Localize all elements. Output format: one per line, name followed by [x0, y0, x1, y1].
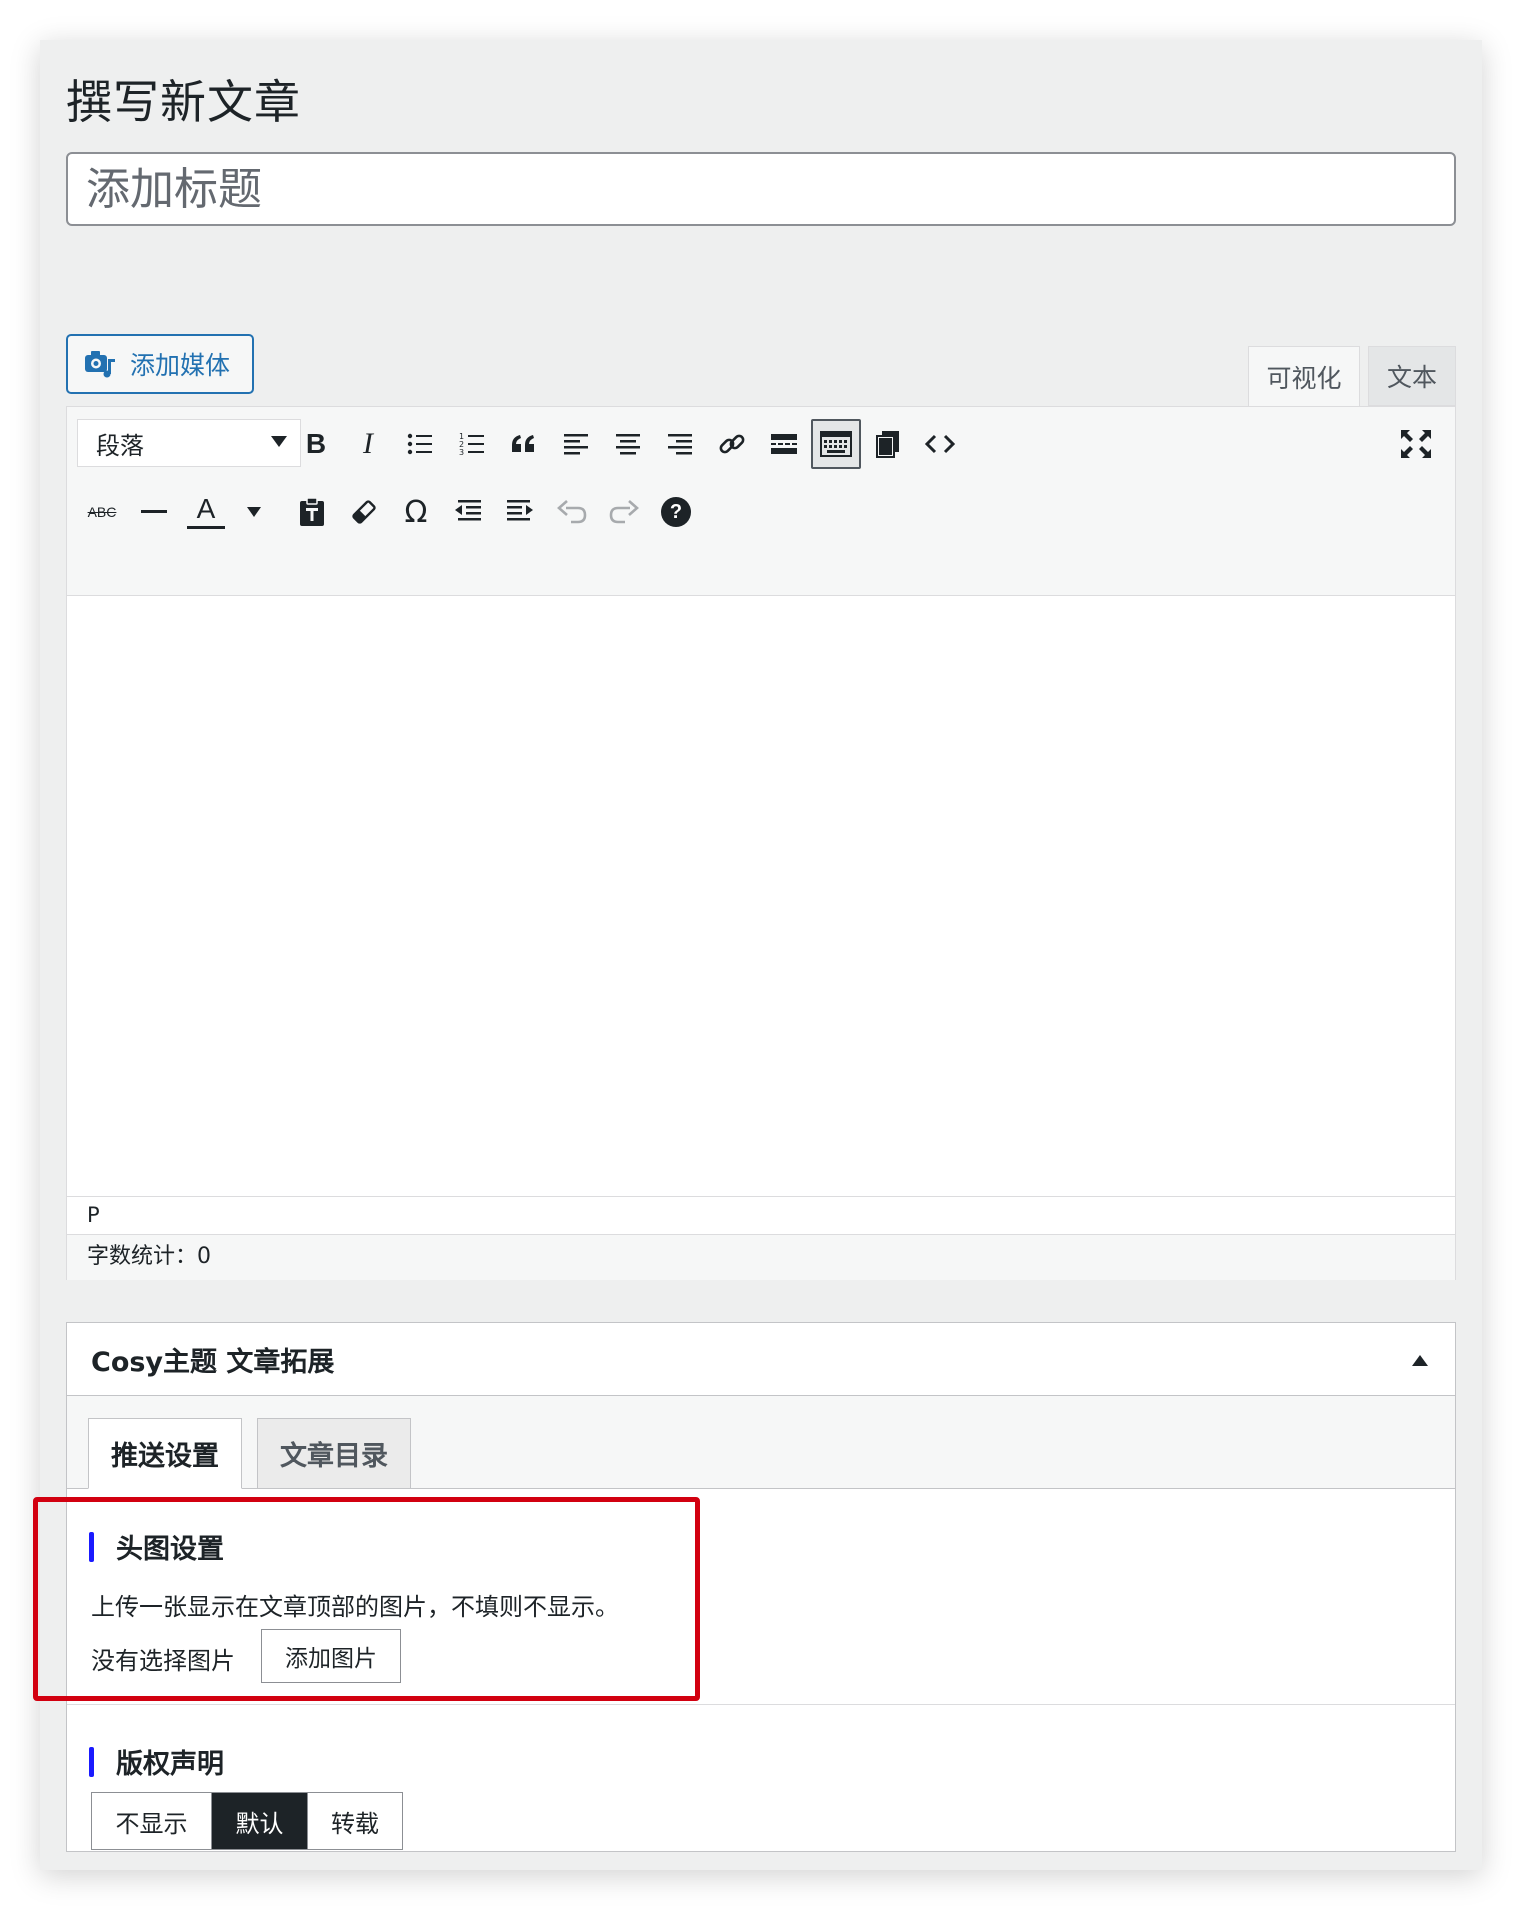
- clear-formatting-button[interactable]: [341, 489, 387, 535]
- text-color-swatch: A: [187, 495, 225, 529]
- dropdown-caret-icon: [247, 507, 261, 517]
- read-more-button[interactable]: [761, 421, 807, 467]
- format-select-value: 段落: [96, 431, 144, 460]
- indent-icon: [507, 500, 533, 521]
- collapse-arrow-icon[interactable]: [1411, 1353, 1429, 1367]
- header-image-heading: 头图设置: [116, 1534, 224, 1565]
- editor-content-area[interactable]: [67, 596, 1455, 1196]
- text-color-underline: [187, 526, 225, 529]
- tab-push-settings[interactable]: 推送设置: [88, 1418, 242, 1489]
- redo-button[interactable]: [601, 489, 647, 535]
- blockquote-button[interactable]: [501, 421, 547, 467]
- strikethrough-icon: ABC: [87, 504, 117, 520]
- align-right-icon: [668, 434, 692, 455]
- text-color-button[interactable]: A: [183, 489, 247, 535]
- metabox-title: Cosy主题 文章拓展: [91, 1346, 335, 1378]
- help-icon-glyph: ?: [669, 500, 683, 523]
- word-count-value: 0: [197, 1244, 212, 1269]
- element-path[interactable]: P: [67, 1196, 1455, 1234]
- help-button[interactable]: ?: [653, 489, 699, 535]
- section-bar: [89, 1746, 94, 1777]
- keyboard-icon: [820, 431, 852, 457]
- header-image-description: 上传一张显示在文章顶部的图片，不填则不显示。: [91, 1593, 619, 1621]
- add-media-button[interactable]: 添加媒体: [66, 334, 254, 394]
- horizontal-line-icon: [141, 510, 167, 513]
- no-image-status: 没有选择图片: [91, 1647, 235, 1675]
- clipboard-text-icon: [300, 497, 324, 526]
- add-image-button[interactable]: 添加图片: [261, 1629, 401, 1683]
- text-color-icon: A: [196, 493, 216, 524]
- editor-container: 段落 B I 123 ABC A Ω ? P 字数统计：0: [66, 406, 1456, 1280]
- page-title: 撰写新文章: [66, 75, 301, 129]
- align-left-icon: [564, 434, 588, 455]
- numbered-list-icon: 123: [459, 432, 484, 457]
- read-more-icon: [771, 434, 797, 454]
- section-bar: [89, 1531, 94, 1562]
- add-media-label: 添加媒体: [130, 351, 231, 380]
- editor-toolbar: 段落 B I 123 ABC A Ω ?: [67, 407, 1455, 596]
- italic-button[interactable]: I: [345, 421, 391, 467]
- link-icon: [719, 434, 745, 454]
- option-hide[interactable]: 不显示: [92, 1793, 212, 1849]
- tab-table-of-contents[interactable]: 文章目录: [257, 1418, 411, 1489]
- post-title-input[interactable]: [66, 152, 1456, 226]
- metabox-header[interactable]: Cosy主题 文章拓展: [67, 1323, 1455, 1396]
- bullet-list-icon: [407, 433, 432, 455]
- svg-text:3: 3: [459, 448, 464, 457]
- horizontal-line-button[interactable]: [131, 489, 177, 535]
- header-image-heading-row: 头图设置: [89, 1527, 224, 1566]
- help-icon: ?: [661, 497, 691, 527]
- special-character-icon: Ω: [404, 494, 428, 530]
- copyright-options: 不显示 默认 转载: [91, 1792, 403, 1850]
- align-center-button[interactable]: [605, 421, 651, 467]
- dropdown-caret-icon: [271, 436, 287, 447]
- outdent-button[interactable]: [445, 489, 491, 535]
- align-right-button[interactable]: [657, 421, 703, 467]
- special-character-button[interactable]: Ω: [393, 489, 439, 535]
- metabox-tabs: 推送设置 文章目录: [67, 1396, 1455, 1489]
- redo-icon: [609, 500, 639, 524]
- paste-button[interactable]: [865, 421, 911, 467]
- tab-visual[interactable]: 可视化: [1248, 346, 1360, 406]
- option-default[interactable]: 默认: [212, 1793, 308, 1849]
- bullet-list-button[interactable]: [397, 421, 443, 467]
- format-select[interactable]: 段落: [77, 419, 301, 467]
- align-left-button[interactable]: [553, 421, 599, 467]
- tab-text[interactable]: 文本: [1368, 346, 1456, 406]
- indent-button[interactable]: [497, 489, 543, 535]
- copy-pages-icon: [876, 431, 899, 458]
- header-image-section: 头图设置 上传一张显示在文章顶部的图片，不填则不显示。 没有选择图片 添加图片: [67, 1489, 1455, 1705]
- undo-button[interactable]: [549, 489, 595, 535]
- eraser-icon: [352, 500, 376, 524]
- copyright-heading: 版权声明: [116, 1749, 224, 1780]
- blockquote-icon: [512, 435, 534, 452]
- cosy-extension-metabox: Cosy主题 文章拓展 推送设置 文章目录 头图设置 上传一张显示在文章顶部的图…: [66, 1322, 1456, 1852]
- code-icon: [925, 434, 955, 454]
- link-button[interactable]: [709, 421, 755, 467]
- code-button[interactable]: [917, 421, 963, 467]
- word-count: 字数统计：0: [67, 1234, 1455, 1280]
- bold-button[interactable]: B: [293, 421, 339, 467]
- post-editor-panel: 撰写新文章 添加媒体 可视化 文本 段落 B I: [40, 40, 1482, 1870]
- fullscreen-button[interactable]: [1393, 421, 1439, 467]
- align-center-icon: [616, 434, 640, 455]
- strikethrough-button[interactable]: ABC: [79, 489, 125, 535]
- toolbar-toggle-button[interactable]: [811, 419, 861, 469]
- italic-icon: I: [363, 427, 373, 460]
- outdent-icon: [455, 500, 481, 521]
- copyright-section: 版权声明 不显示 默认 转载: [67, 1706, 1455, 1850]
- option-reprint[interactable]: 转载: [308, 1793, 402, 1849]
- bold-icon: B: [305, 428, 327, 459]
- numbered-list-button[interactable]: 123: [449, 421, 495, 467]
- text-color-dropdown[interactable]: [239, 489, 269, 535]
- copyright-heading-row: 版权声明: [89, 1742, 224, 1781]
- word-count-label: 字数统计：: [87, 1244, 198, 1269]
- paste-as-text-button[interactable]: [289, 489, 335, 535]
- camera-music-icon: [85, 351, 115, 378]
- fullscreen-icon: [1401, 430, 1431, 458]
- undo-icon: [557, 500, 587, 524]
